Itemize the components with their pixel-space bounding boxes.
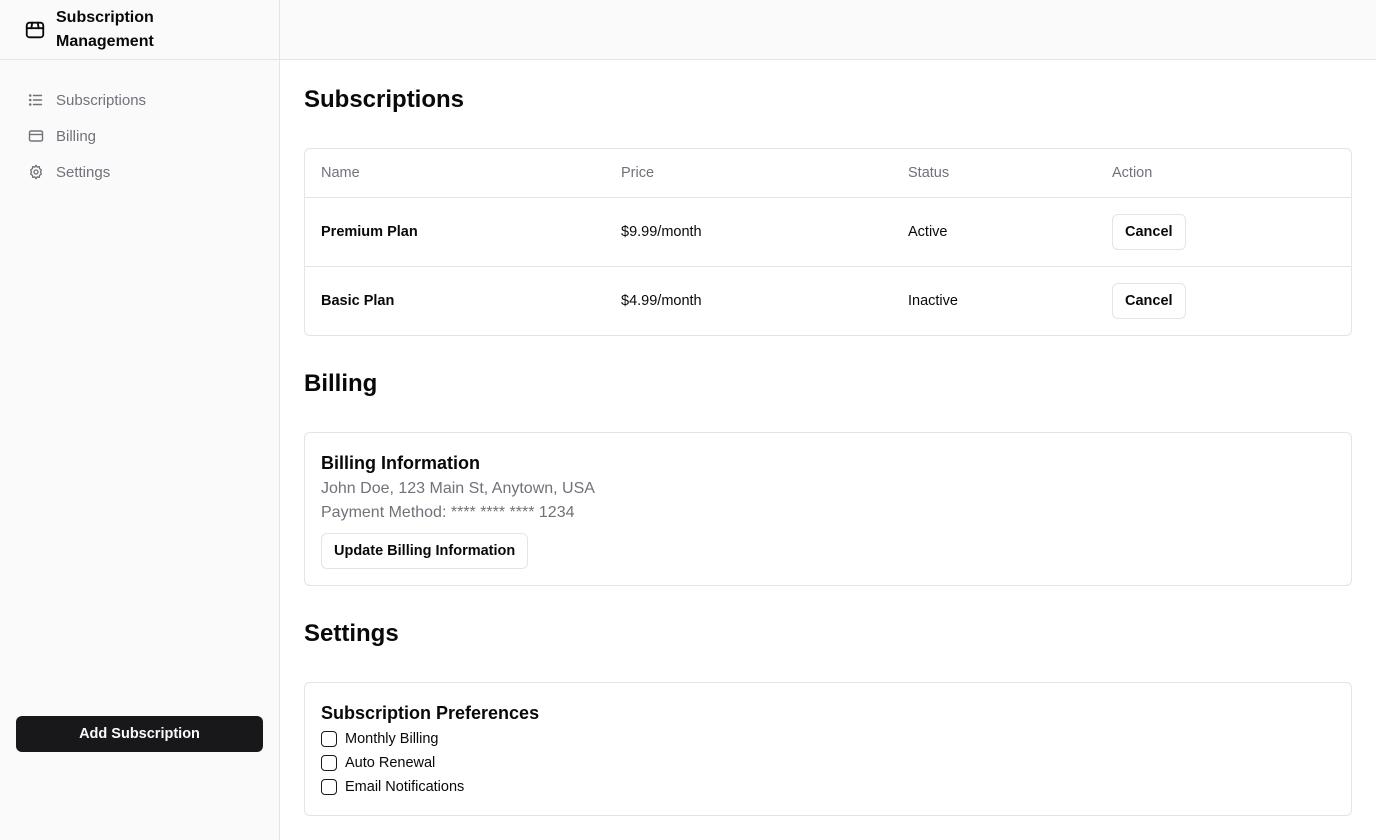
table-row: Premium Plan $9.99/month Active Cancel: [305, 197, 1351, 266]
subscriptions-section: Subscriptions Name Price Status Action P…: [304, 60, 1352, 336]
billing-card: Billing Information John Doe, 123 Main S…: [304, 432, 1352, 586]
billing-card-title: Billing Information: [321, 453, 480, 473]
table-row: Basic Plan $4.99/month Inactive Cancel: [305, 265, 1351, 335]
checkbox-label: Monthly Billing: [345, 731, 439, 747]
column-header-action: Action: [1096, 149, 1351, 198]
preferences-card-title: Subscription Preferences: [321, 703, 540, 723]
sidebar-item-label: Subscriptions: [56, 91, 147, 109]
credit-card-icon: [28, 128, 44, 144]
billing-address: John Doe, 123 Main St, Anytown, USA: [321, 480, 595, 497]
plan-price: $4.99/month: [605, 265, 892, 335]
update-billing-button[interactable]: Update Billing Information: [321, 533, 529, 569]
sidebar-item-label: Settings: [56, 163, 111, 181]
billing-section: Billing Billing Information John Doe, 12…: [304, 368, 1352, 586]
section-title-settings: Settings: [304, 620, 399, 647]
sidebar-item-label: Billing: [56, 127, 97, 145]
payment-method: Payment Method: **** **** **** 1234: [321, 504, 575, 521]
sidebar-item-settings[interactable]: Settings: [28, 154, 279, 190]
column-header-name: Name: [305, 149, 605, 198]
auto-renewal-option: Auto Renewal: [321, 751, 1335, 775]
package-icon: [24, 19, 46, 41]
column-header-status: Status: [892, 149, 1096, 198]
section-title-billing: Billing: [304, 370, 378, 397]
main-content: Subscriptions Name Price Status Action P…: [304, 60, 1352, 816]
top-bar: [280, 0, 1376, 60]
plan-status: Inactive: [892, 265, 1096, 335]
sidebar: Subscription Management Subscriptions Bi…: [0, 0, 280, 840]
cancel-button[interactable]: Cancel: [1112, 213, 1186, 250]
section-title-subscriptions: Subscriptions: [304, 86, 465, 113]
app-title: Subscription Management: [56, 8, 154, 50]
list-icon: [28, 92, 44, 108]
column-header-price: Price: [605, 149, 892, 198]
add-subscription-button[interactable]: Add Subscription: [16, 716, 263, 752]
plan-name: Premium Plan: [321, 223, 418, 240]
monthly-billing-option: Monthly Billing: [321, 727, 1335, 751]
plan-name: Basic Plan: [305, 265, 605, 335]
cancel-button[interactable]: Cancel: [1112, 282, 1186, 319]
preferences-card: Subscription Preferences Monthly Billing…: [304, 682, 1352, 816]
email-notifications-checkbox[interactable]: [321, 779, 337, 795]
settings-section: Settings Subscription Preferences Monthl…: [304, 618, 1352, 816]
subscriptions-table: Name Price Status Action Premium Plan $9…: [304, 148, 1352, 336]
auto-renewal-checkbox[interactable]: [321, 755, 337, 771]
gear-icon: [28, 164, 44, 180]
plan-price: $9.99/month: [621, 223, 702, 240]
plan-status: Active: [908, 223, 948, 240]
monthly-billing-checkbox[interactable]: [321, 731, 337, 747]
checkbox-label: Email Notifications: [345, 779, 465, 795]
sidebar-item-billing[interactable]: Billing: [28, 118, 279, 154]
sidebar-item-subscriptions[interactable]: Subscriptions: [28, 82, 279, 118]
checkbox-label: Auto Renewal: [345, 755, 436, 771]
sidebar-nav: Subscriptions Billing Settings: [0, 60, 279, 190]
email-notifications-option: Email Notifications: [321, 775, 1335, 799]
brand-header: Subscription Management: [0, 0, 279, 60]
